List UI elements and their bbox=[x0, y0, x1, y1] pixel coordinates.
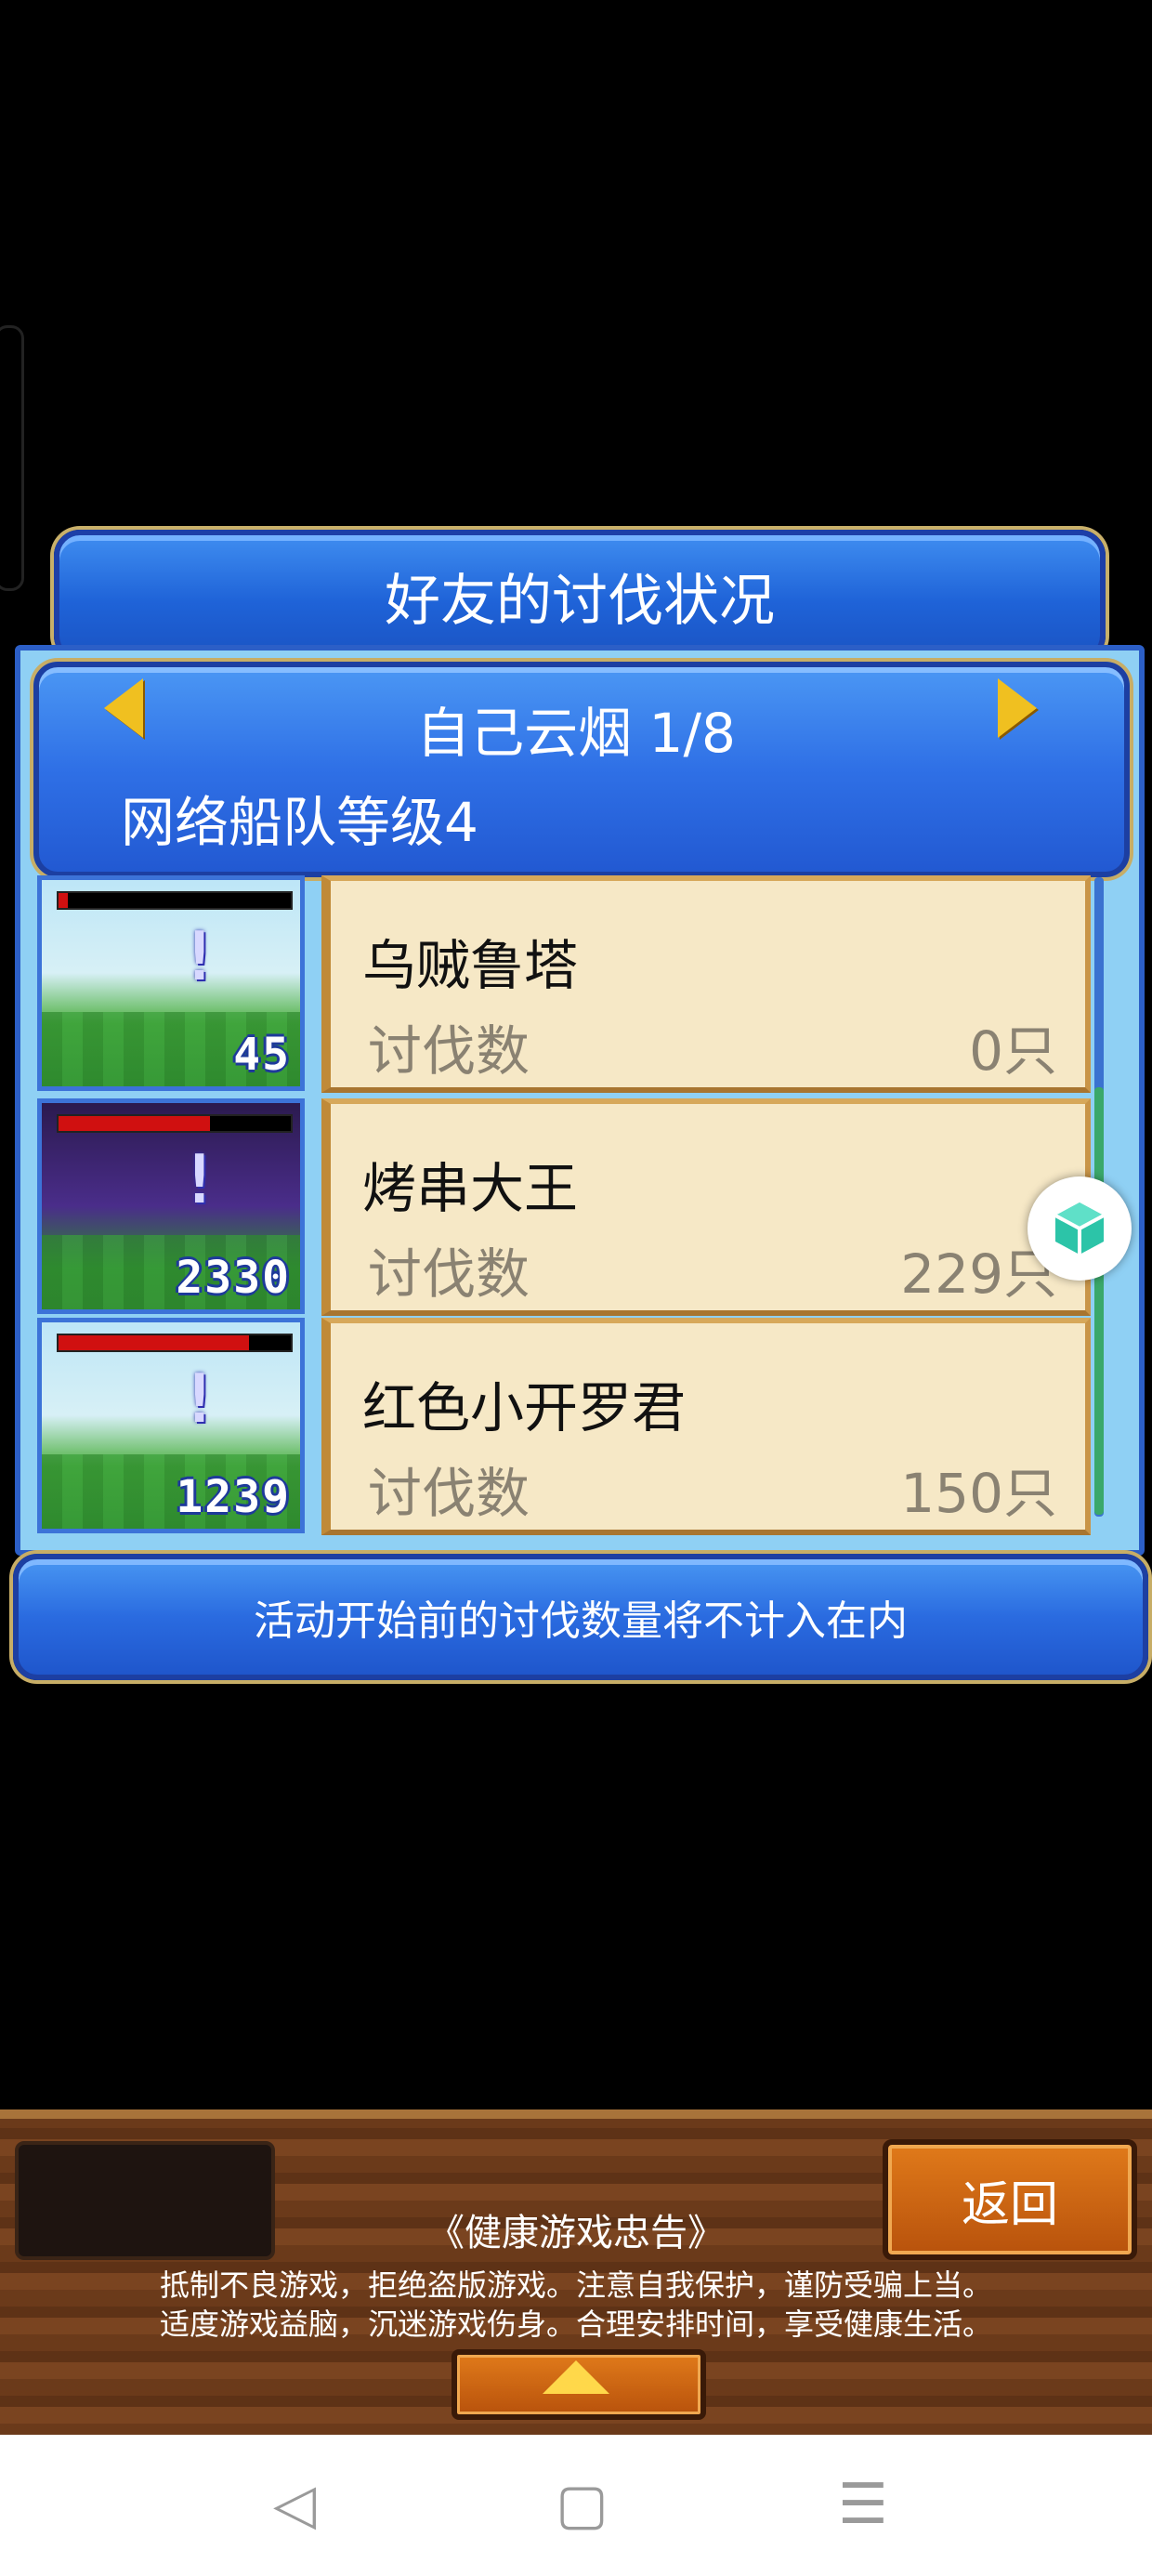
friend-score: 2330 bbox=[176, 1252, 291, 1304]
kill-label: 讨伐数 bbox=[368, 1462, 530, 1525]
nav-menu-icon[interactable]: ☰ bbox=[838, 2472, 888, 2537]
friend-name: 烤串大王 bbox=[362, 1157, 579, 1220]
friend-name: 红色小开罗君 bbox=[362, 1376, 687, 1439]
health-advice-title: 《健康游戏忠告》 bbox=[427, 2212, 725, 2254]
friend-card[interactable]: 红色小开罗君 讨伐数 150只 bbox=[321, 1318, 1091, 1535]
fleet-level: 网络船队等级4 bbox=[121, 791, 478, 854]
friend-thumbnail[interactable]: ! 2330 bbox=[37, 1098, 305, 1314]
hp-bar bbox=[57, 891, 293, 910]
alert-icon: ! bbox=[179, 1140, 220, 1218]
kill-count: 150只 bbox=[900, 1462, 1057, 1525]
kill-count: 0只 bbox=[969, 1019, 1057, 1083]
title-banner: 好友的讨伐状况 bbox=[54, 530, 1106, 662]
friend-card[interactable]: 烤串大王 讨伐数 229只 bbox=[321, 1098, 1091, 1316]
alert-icon: ! bbox=[179, 917, 220, 995]
hp-fill bbox=[59, 893, 68, 908]
page-title: 好友的讨伐状况 bbox=[385, 568, 775, 634]
kill-label: 讨伐数 bbox=[368, 1019, 530, 1083]
health-advice-line: 抵制不良游戏，拒绝盗版游戏。注意自我保护，谨防受骗上当。 bbox=[159, 2267, 992, 2303]
up-arrow-icon bbox=[543, 2360, 609, 2394]
hp-bar bbox=[57, 1114, 293, 1133]
player-name: 自己云烟 1/8 bbox=[416, 702, 736, 765]
kill-label: 讨伐数 bbox=[368, 1242, 530, 1306]
cube-icon bbox=[1054, 1203, 1105, 1255]
floating-assistant-button[interactable] bbox=[1028, 1176, 1132, 1281]
notice-text: 活动开始前的讨伐数量将不计入在内 bbox=[254, 1597, 908, 1645]
friend-thumbnail[interactable]: ! 1239 bbox=[37, 1318, 305, 1533]
nav-back-icon[interactable]: ◁ bbox=[273, 2472, 316, 2537]
scroll-thumb[interactable] bbox=[1094, 1087, 1104, 1515]
friend-score: 45 bbox=[233, 1029, 291, 1081]
notice-banner: 活动开始前的讨伐数量将不计入在内 bbox=[13, 1554, 1148, 1680]
alert-icon: ! bbox=[179, 1360, 220, 1438]
hp-fill bbox=[59, 1335, 249, 1350]
friend-name: 乌贼鲁塔 bbox=[362, 934, 579, 997]
hp-bar bbox=[57, 1334, 293, 1352]
hp-fill bbox=[59, 1116, 210, 1131]
health-advice-line: 适度游戏益脑，沉迷游戏伤身。合理安排时间，享受健康生活。 bbox=[159, 2307, 992, 2342]
friend-card[interactable]: 乌贼鲁塔 讨伐数 0只 bbox=[321, 875, 1091, 1093]
friend-thumbnail[interactable]: ! 45 bbox=[37, 875, 305, 1091]
nav-home-icon[interactable]: ▢ bbox=[556, 2472, 609, 2537]
edge-tab bbox=[0, 325, 24, 591]
friend-score: 1239 bbox=[176, 1471, 291, 1523]
